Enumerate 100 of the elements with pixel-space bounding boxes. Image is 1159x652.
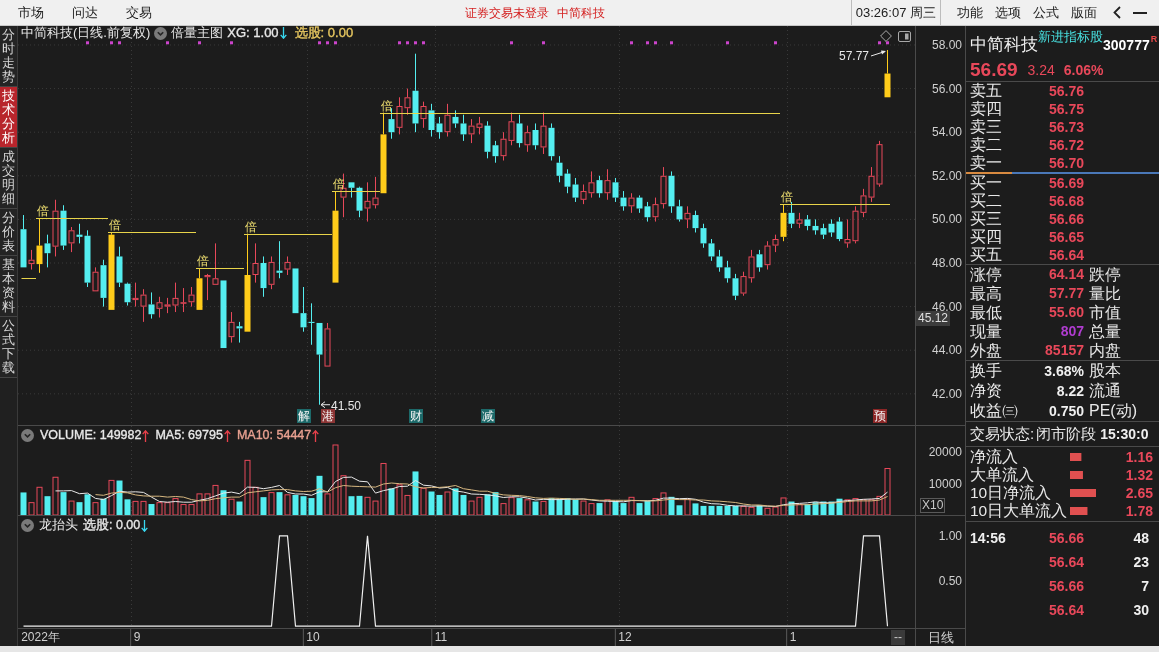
event-tag[interactable]: 解 xyxy=(296,409,311,423)
event-tag[interactable]: 预 xyxy=(872,409,887,423)
stat-label: 总量 xyxy=(1088,322,1121,341)
flow-bar xyxy=(1070,471,1083,479)
flow-bar xyxy=(1070,507,1088,515)
percent-change: 6.06% xyxy=(1063,60,1104,79)
stat-value: 55.60 xyxy=(1047,303,1084,322)
stat-value: 57.77 xyxy=(1047,284,1084,303)
toolbar-menu-item[interactable]: 功能 xyxy=(957,3,983,22)
price-axis-label: 48.00 xyxy=(931,256,962,270)
period-label: 日线 xyxy=(928,630,954,645)
up-arrow-icon xyxy=(223,429,231,442)
arrow-icon xyxy=(320,401,331,409)
indicator-axis-label: 1.00 xyxy=(938,528,962,543)
stat-label: 净资 xyxy=(969,381,1003,401)
flow-bar xyxy=(1070,489,1096,497)
stat-label: 换手 xyxy=(969,361,1003,381)
stat-label: 量比 xyxy=(1088,284,1121,303)
up-arrow-icon xyxy=(312,429,320,442)
side-tab[interactable]: 公式下载 xyxy=(0,317,17,378)
notice-text: 证券交易未登录 xyxy=(465,4,549,22)
signal-label: 倍 xyxy=(197,254,209,269)
order-label: 卖三 xyxy=(969,118,1003,136)
order-price: 56.72 xyxy=(1047,136,1084,154)
readout-text: VOLUME: 149982 xyxy=(40,428,142,443)
stat-value: 3.68% xyxy=(1043,362,1084,381)
signal-label: 倍 xyxy=(381,98,393,113)
price-axis-label: 58.00 xyxy=(931,37,962,52)
side-tab[interactable]: 分价表 xyxy=(0,209,17,256)
order-price: 56.70 xyxy=(1047,154,1084,172)
clock-text: 03:26:07 周三 xyxy=(850,0,941,25)
stat-label: 现量 xyxy=(969,322,1003,341)
price-axis-label: 54.00 xyxy=(931,125,962,140)
order-label: 买二 xyxy=(969,192,1003,210)
stat-value: 0.750 xyxy=(1047,402,1084,421)
chevron-down-icon[interactable] xyxy=(21,429,34,442)
event-tag[interactable]: 财 xyxy=(408,409,423,423)
readout-text: MA5: 69795 xyxy=(155,428,223,443)
stat-label: 内盘 xyxy=(1088,341,1121,360)
notice-text: 中简科技 xyxy=(557,4,605,22)
status-label: 交易状态: xyxy=(970,425,1035,443)
stock-tag: 新进指标股 xyxy=(1038,30,1103,44)
side-tab[interactable]: 分时走势 xyxy=(0,26,17,87)
flow-value: 1.78 xyxy=(1124,502,1154,520)
order-price: 56.64 xyxy=(1047,246,1084,264)
readout-text: XG: 1.00 xyxy=(227,26,279,40)
menu-item[interactable]: 问达 xyxy=(72,3,98,22)
stat-label: 外盘 xyxy=(969,341,1003,360)
stat-label: 股本 xyxy=(1088,361,1121,381)
margin-label: R xyxy=(1150,34,1158,44)
arrow-icon xyxy=(870,50,886,57)
menu-item[interactable]: 交易 xyxy=(126,3,152,22)
trade-volume: 23 xyxy=(1132,553,1150,571)
diamond-icon[interactable] xyxy=(880,30,892,42)
trade-volume: 48 xyxy=(1132,529,1150,547)
indicator-axis-label: 0.50 xyxy=(938,574,962,589)
signal-label: 倍 xyxy=(781,190,793,205)
minimize-icon[interactable] xyxy=(1133,11,1147,14)
candle xyxy=(884,49,891,98)
event-tag[interactable]: 减 xyxy=(480,409,495,423)
side-tab[interactable]: 成交明细 xyxy=(0,148,17,209)
cursor-price-label: 45.12 xyxy=(916,311,951,326)
trade-price: 56.66 xyxy=(1047,577,1084,595)
stat-label: 涨停 xyxy=(969,265,1003,284)
trade-time: 14:56 xyxy=(970,529,1006,547)
menu-item[interactable]: 市场 xyxy=(18,3,44,22)
indicator-name: 龙抬头 xyxy=(39,518,78,533)
panel-icon[interactable] xyxy=(898,30,911,42)
toolbar-menu-item[interactable]: 公式 xyxy=(1033,3,1059,22)
toolbar-menu-item[interactable]: 选项 xyxy=(995,3,1021,22)
stat-value: 8.22 xyxy=(1055,382,1084,401)
stat-value: 64.14 xyxy=(1047,265,1084,284)
side-tab[interactable]: 技术分析 xyxy=(0,87,17,148)
stat-label: 最高 xyxy=(969,284,1003,303)
stat-label: PE(动) xyxy=(1088,401,1137,421)
status-time: 15:30:0 xyxy=(1100,425,1149,443)
stat-label: 市值 xyxy=(1088,303,1121,322)
chevron-down-icon[interactable] xyxy=(154,26,168,40)
event-tag[interactable]: 港 xyxy=(320,409,335,423)
price-axis-label: 52.00 xyxy=(931,168,962,183)
stock-name: 中简科技 xyxy=(970,35,1038,55)
stat-label: 最低 xyxy=(969,303,1003,322)
chart-title: 中简科技(日线.前复权) xyxy=(21,26,151,40)
toolbar-menu-item[interactable]: 版面 xyxy=(1071,3,1097,22)
trade-price: 56.64 xyxy=(1047,601,1084,619)
order-label: 卖五 xyxy=(969,82,1003,100)
side-tab[interactable]: 基本资料 xyxy=(0,256,17,317)
trade-price: 56.66 xyxy=(1047,529,1084,547)
stock-code: 300777 xyxy=(1103,37,1150,53)
order-price: 56.76 xyxy=(1047,82,1084,100)
order-label: 买四 xyxy=(969,228,1003,246)
trade-volume: 30 xyxy=(1132,601,1150,619)
order-price: 56.69 xyxy=(1047,174,1084,192)
order-price: 56.66 xyxy=(1047,210,1084,228)
order-price: 56.73 xyxy=(1047,118,1084,136)
chevron-down-icon[interactable] xyxy=(21,519,34,532)
trade-price: 56.64 xyxy=(1047,553,1084,571)
flow-value: 2.65 xyxy=(1124,484,1154,502)
chevron-left-icon[interactable] xyxy=(1113,6,1121,19)
status-value: 闭市阶段 xyxy=(1036,425,1097,443)
